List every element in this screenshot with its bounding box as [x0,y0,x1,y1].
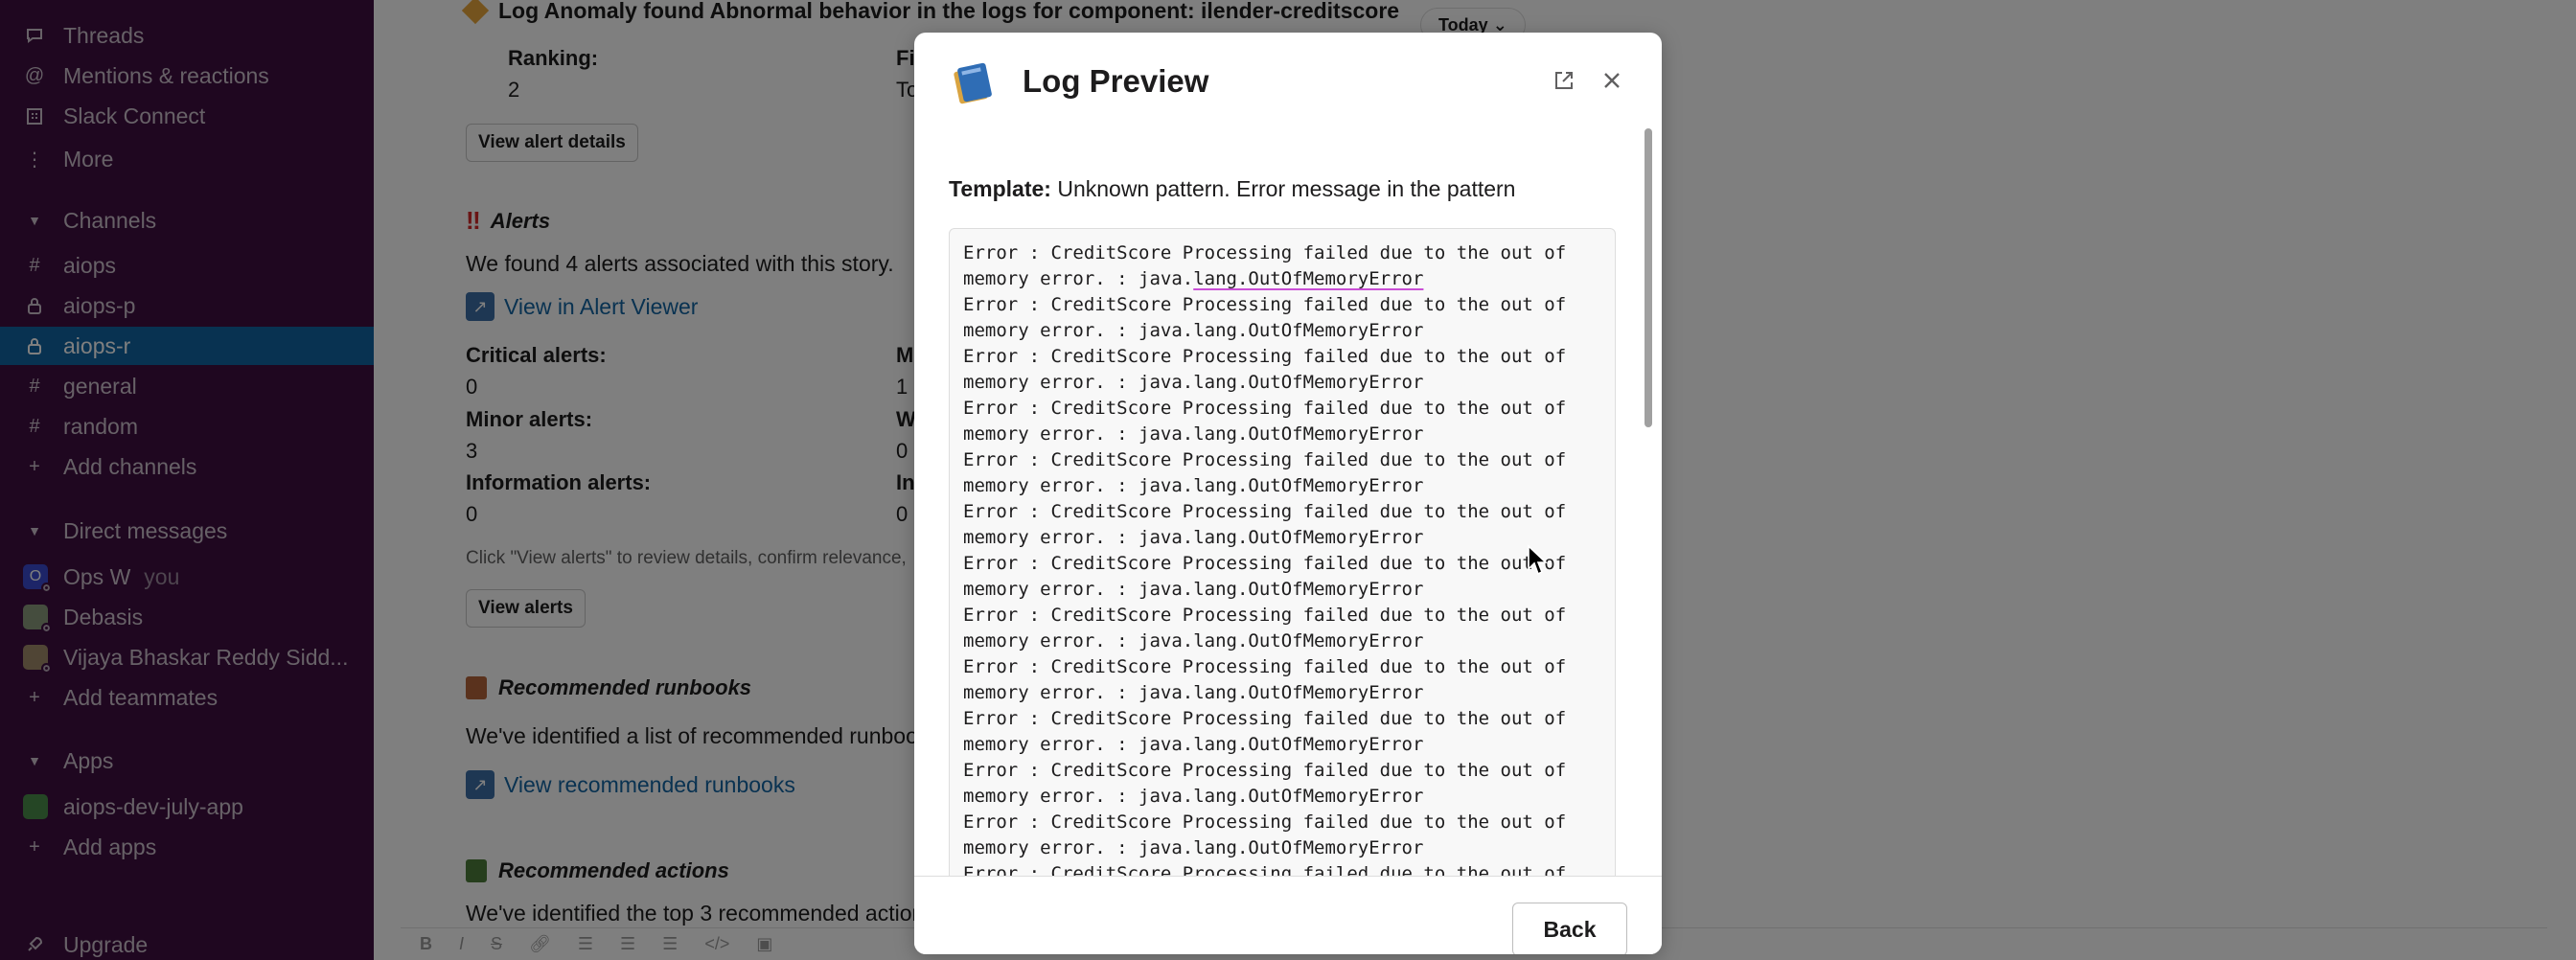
modal-title: Log Preview [1023,63,1209,99]
log-line: Error : CreditScore Processing failed du… [963,398,1567,419]
log-line: memory error. : java.lang.OutOfMemoryErr… [963,837,1424,858]
log-line: Error : CreditScore Processing failed du… [963,553,1567,574]
log-line: memory error. : java.lang.OutOfMemoryErr… [963,372,1424,393]
back-button[interactable]: Back [1512,903,1627,954]
log-line: memory error. : java.lang.OutOfMemoryErr… [963,579,1424,600]
log-line: memory error. : java.lang.OutOfMemoryErr… [963,527,1424,548]
mouse-cursor-icon [1528,544,1548,576]
log-line: Error : CreditScore Processing failed du… [963,760,1567,781]
log-line: memory error. : java.lang.OutOfMemoryErr… [963,423,1424,445]
log-line: memory error. : java.lang.OutOfMemoryErr… [963,320,1424,341]
log-line: memory error. : java.lang.OutOfMemoryErr… [963,734,1424,755]
close-icon [1604,73,1620,88]
log-preview-modal: Log Preview Template: Unknown pattern. E… [914,33,1662,954]
log-line: Error : CreditScore Processing failed du… [963,449,1567,470]
log-line: Error : CreditScore Processing failed du… [963,811,1567,833]
log-line: memory error. : java.lang.OutOfMemoryErr… [963,630,1424,651]
log-line: Error : CreditScore Processing failed du… [963,656,1567,677]
close-button[interactable] [1593,61,1631,100]
book-app-icon [954,62,992,104]
modal-header: Log Preview [914,33,1662,128]
log-line: Error : CreditScore Processing failed du… [963,605,1567,626]
log-line: Error : CreditScore Processing failed du… [963,294,1567,315]
spellcheck-underline: lang.OutOfMemoryError [1193,268,1424,289]
log-line: Error : CreditScore Processing failed du… [963,863,1567,876]
log-code-block[interactable]: Error : CreditScore Processing failed du… [949,228,1616,876]
log-line: memory error. : java.lang.OutOfMemoryErr… [963,475,1424,496]
external-link-icon [1555,72,1573,89]
template-label: Template: [949,176,1051,201]
log-line: Error : CreditScore Processing failed du… [963,242,1567,263]
log-line: Error : CreditScore Processing failed du… [963,501,1567,522]
modal-scrollbar-thumb[interactable] [1644,128,1652,427]
modal-body[interactable]: Template: Unknown pattern. Error message… [914,128,1662,876]
modal-footer: Back [914,876,1662,954]
log-line: Error : CreditScore Processing failed du… [963,346,1567,367]
open-in-new-window-button[interactable] [1545,61,1583,100]
log-line: memory error. : java.lang.OutOfMemoryErr… [963,268,1424,289]
template-line: Template: Unknown pattern. Error message… [949,176,1515,202]
log-line: Error : CreditScore Processing failed du… [963,708,1567,729]
log-line: memory error. : java.lang.OutOfMemoryErr… [963,682,1424,703]
template-value: Unknown pattern. Error message in the pa… [1057,176,1516,201]
log-line: memory error. : java.lang.OutOfMemoryErr… [963,786,1424,807]
